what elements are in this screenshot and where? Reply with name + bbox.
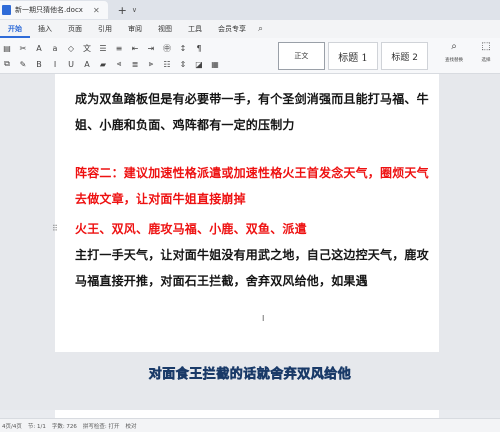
magnifier-icon: ⌕ — [451, 41, 457, 52]
cut-icon[interactable]: ✂ — [18, 43, 28, 53]
ribbon-toolbar: ▤ ✂ A a ◇ 文 ☰ ≡ ⇤ ⇥ ㊥ ↕ ¶ ⧉ ✎ B I U A ▰ … — [0, 38, 500, 74]
toolbar-row-2: ⧉ ✎ B I U A ▰ ⫷ ≣ ⫸ ☷ ⇕ ◪ ▦ — [2, 57, 220, 71]
bold-icon[interactable]: B — [34, 59, 44, 69]
borders-icon[interactable]: ▦ — [210, 59, 220, 69]
numbering-icon[interactable]: ≡ — [114, 43, 124, 53]
underline-icon[interactable]: U — [66, 59, 76, 69]
indent-decrease-icon[interactable]: ⇤ — [130, 43, 140, 53]
highlight-icon[interactable]: ▰ — [98, 59, 108, 69]
select-button[interactable]: ⬚ 选择 — [472, 41, 500, 71]
team-list-last: 派遣 — [282, 222, 307, 236]
tab-member[interactable]: 会员专享 — [210, 20, 254, 38]
status-word-count[interactable]: 字数: 726 — [52, 422, 77, 430]
status-page[interactable]: 4页/4页 — [2, 422, 22, 430]
shading-icon[interactable]: ◪ — [194, 59, 204, 69]
indent-increase-icon[interactable]: ⇥ — [146, 43, 156, 53]
editing-group: ⌕ 查找替换 ⬚ 选择 — [440, 41, 500, 71]
show-marks-icon[interactable]: ¶ — [194, 43, 204, 53]
bullets-icon[interactable]: ☰ — [98, 43, 108, 53]
ribbon-tabs: 开始 插入 页面 引用 审阅 视图 工具 会员专享 ⌕ — [0, 20, 500, 38]
style-heading-1[interactable]: 标题 1 — [327, 42, 379, 70]
paragraph-4[interactable]: 主打一手天气，让对面牛姐没有用武之地，自己这边控天气，鹿攻马福直接开推，对面石王… — [75, 242, 435, 294]
tab-home[interactable]: 开始 — [0, 20, 30, 38]
new-tab-button[interactable]: + — [118, 4, 127, 17]
search-icon[interactable]: ⌕ — [258, 24, 263, 34]
tab-view[interactable]: 视图 — [150, 20, 180, 38]
status-bar: 4页/4页 节: 1/1 字数: 726 拼写检查: 打开 校对 — [0, 418, 500, 432]
align-left-icon[interactable]: ⫷ — [114, 59, 124, 69]
phonetic-icon[interactable]: 文 — [82, 43, 92, 53]
video-subtitle: 对面食王拦截的话就舍弃双风给他 — [148, 367, 352, 383]
title-bar: 新一期只猜他名.docx ✕ + ∨ — [0, 0, 500, 20]
paste-icon[interactable]: ▤ — [2, 43, 12, 53]
style-normal[interactable]: 正文 — [278, 42, 325, 70]
copy-icon[interactable]: ⧉ — [2, 59, 12, 69]
font-color-icon[interactable]: A — [82, 59, 92, 69]
chinese-layout-icon[interactable]: ㊥ — [162, 43, 172, 53]
tab-insert[interactable]: 插入 — [30, 20, 60, 38]
italic-icon[interactable]: I — [50, 59, 60, 69]
sort-icon[interactable]: ↕ — [178, 43, 188, 53]
document-icon — [2, 5, 11, 15]
clear-format-icon[interactable]: ◇ — [66, 43, 76, 53]
tab-list-button[interactable]: ∨ — [132, 6, 137, 14]
paragraph-2-lineup-two[interactable]: 阵容二：建议加速性格派遣或加速性格火王首发念天气，圈烦天气去做文章，让对面牛姐直… — [75, 160, 435, 212]
toolbar-row-1: ▤ ✂ A a ◇ 文 ☰ ≡ ⇤ ⇥ ㊥ ↕ ¶ — [2, 41, 204, 55]
tab-references[interactable]: 引用 — [90, 20, 120, 38]
text-cursor-icon: I — [262, 314, 265, 323]
justify-icon[interactable]: ☷ — [162, 59, 172, 69]
status-section[interactable]: 节: 1/1 — [28, 422, 46, 430]
document-tab[interactable]: 新一期只猜他名.docx ✕ — [0, 1, 108, 19]
font-shrink-icon[interactable]: a — [50, 43, 60, 53]
status-spell-check[interactable]: 拼写检查: 打开 — [83, 422, 120, 430]
document-tab-label: 新一期只猜他名.docx — [15, 6, 83, 14]
find-replace-label: 查找替换 — [445, 58, 463, 63]
tab-review[interactable]: 审阅 — [120, 20, 150, 38]
style-gallery: 正文 标题 1 标题 2 — [278, 42, 428, 70]
find-replace-button[interactable]: ⌕ 查找替换 — [440, 41, 468, 71]
select-label: 选择 — [481, 58, 491, 63]
close-tab-icon[interactable]: ✕ — [93, 6, 100, 15]
font-grow-icon[interactable]: A — [34, 43, 44, 53]
paragraph-3-team-list[interactable]: 火王、双风、鹿攻马福、小鹿、双鱼、派遣 — [75, 216, 435, 242]
line-spacing-icon[interactable]: ⇕ — [178, 59, 188, 69]
align-right-icon[interactable]: ⫸ — [146, 59, 156, 69]
paragraph-drag-handle-icon[interactable]: ⠿ — [52, 224, 58, 233]
cursor-select-icon: ⬚ — [481, 41, 491, 52]
tab-page[interactable]: 页面 — [60, 20, 90, 38]
wps-writer-window: 新一期只猜他名.docx ✕ + ∨ 开始 插入 页面 引用 审阅 视图 工具 … — [0, 0, 500, 432]
style-heading-2[interactable]: 标题 2 — [381, 42, 428, 70]
tab-tools[interactable]: 工具 — [180, 20, 210, 38]
team-list-text: 火王、双风、鹿攻马福、小鹿、双鱼、 — [75, 222, 283, 236]
status-proofread[interactable]: 校对 — [126, 422, 137, 430]
paragraph-1[interactable]: 成为双鱼踏板但是有必要带一手，有个圣剑消强而且能打马福、牛姐、小鹿和负面、鸡阵都… — [75, 86, 435, 138]
format-painter-icon[interactable]: ✎ — [18, 59, 28, 69]
align-center-icon[interactable]: ≣ — [130, 59, 140, 69]
